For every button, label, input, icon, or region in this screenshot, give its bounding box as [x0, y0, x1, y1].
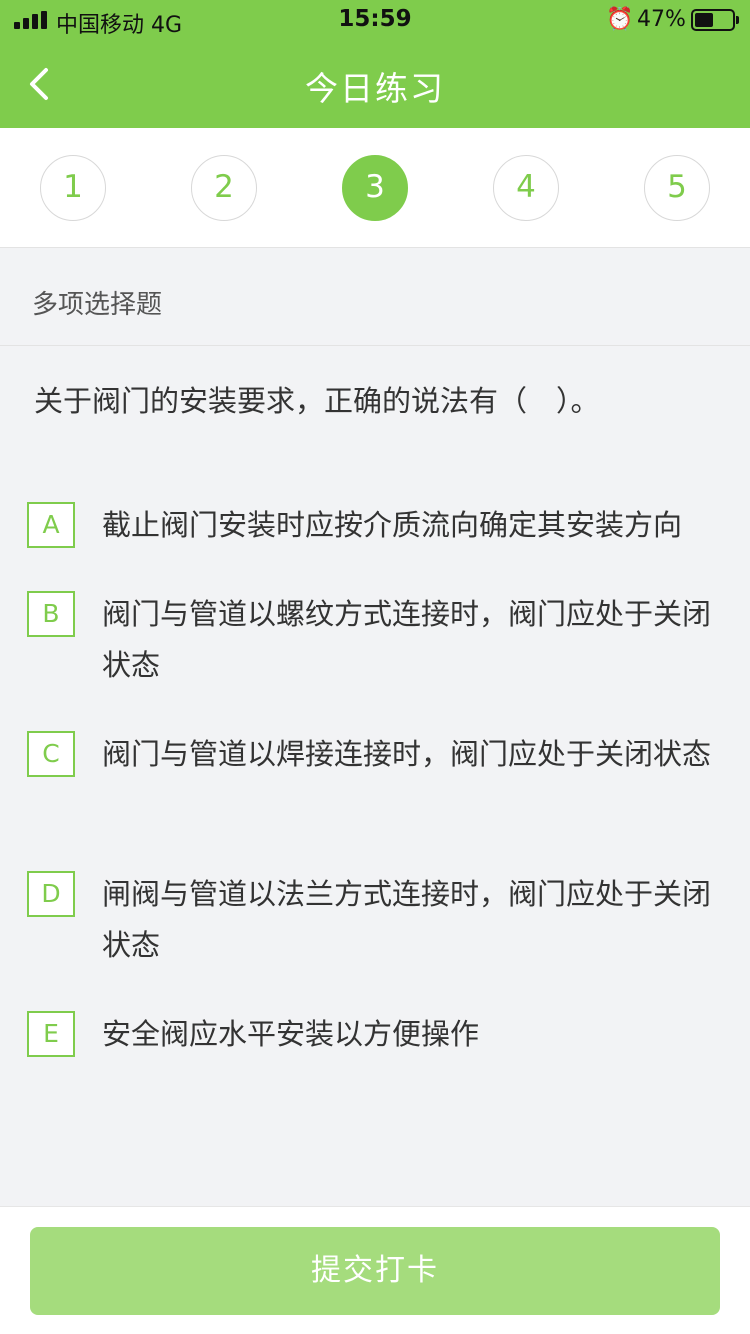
question-type-label: 多项选择题: [32, 290, 163, 320]
battery-percent: 47%: [637, 7, 686, 32]
option-text: 阀门与管道以焊接连接时，阀门应处于关闭状态: [102, 737, 712, 771]
option-letter-box[interactable]: B: [27, 591, 75, 637]
option-text: 阀门与管道以螺纹方式连接时，阀门应处于关闭状态: [102, 597, 712, 682]
option-letter-box[interactable]: D: [27, 871, 75, 917]
question-tab-5[interactable]: 5: [644, 155, 710, 221]
question-tab-4[interactable]: 4: [493, 155, 559, 221]
page-title: 今日练习: [305, 69, 445, 108]
question-type-row: 多项选择题: [0, 248, 750, 346]
question-tab-2[interactable]: 2: [191, 155, 257, 221]
app-header: 中国移动 4G 15:59 ⏰ 47% 今日练习: [0, 0, 750, 128]
option-letter-box[interactable]: A: [27, 502, 75, 548]
status-bar: 中国移动 4G 15:59 ⏰ 47%: [0, 0, 750, 40]
question-tab-3[interactable]: 3: [342, 155, 408, 221]
question-number-tabs: 1 2 3 4 5: [0, 128, 750, 248]
battery-icon: [691, 9, 739, 31]
alarm-icon: ⏰: [606, 7, 634, 32]
question-tab-1[interactable]: 1: [40, 155, 106, 221]
option-text: 闸阀与管道以法兰方式连接时，阀门应处于关闭状态: [102, 877, 712, 962]
footer-bar: 提交打卡: [0, 1206, 750, 1334]
option-letter-box[interactable]: E: [27, 1011, 75, 1057]
option-text: 安全阀应水平安装以方便操作: [102, 1017, 480, 1051]
option-text: 截止阀门安装时应按介质流向确定其安装方向: [102, 508, 683, 542]
submit-checkin-button[interactable]: 提交打卡: [30, 1227, 720, 1315]
option-letter-box[interactable]: C: [27, 731, 75, 777]
question-text: 关于阀门的安装要求，正确的说法有（ ）。: [34, 384, 600, 418]
